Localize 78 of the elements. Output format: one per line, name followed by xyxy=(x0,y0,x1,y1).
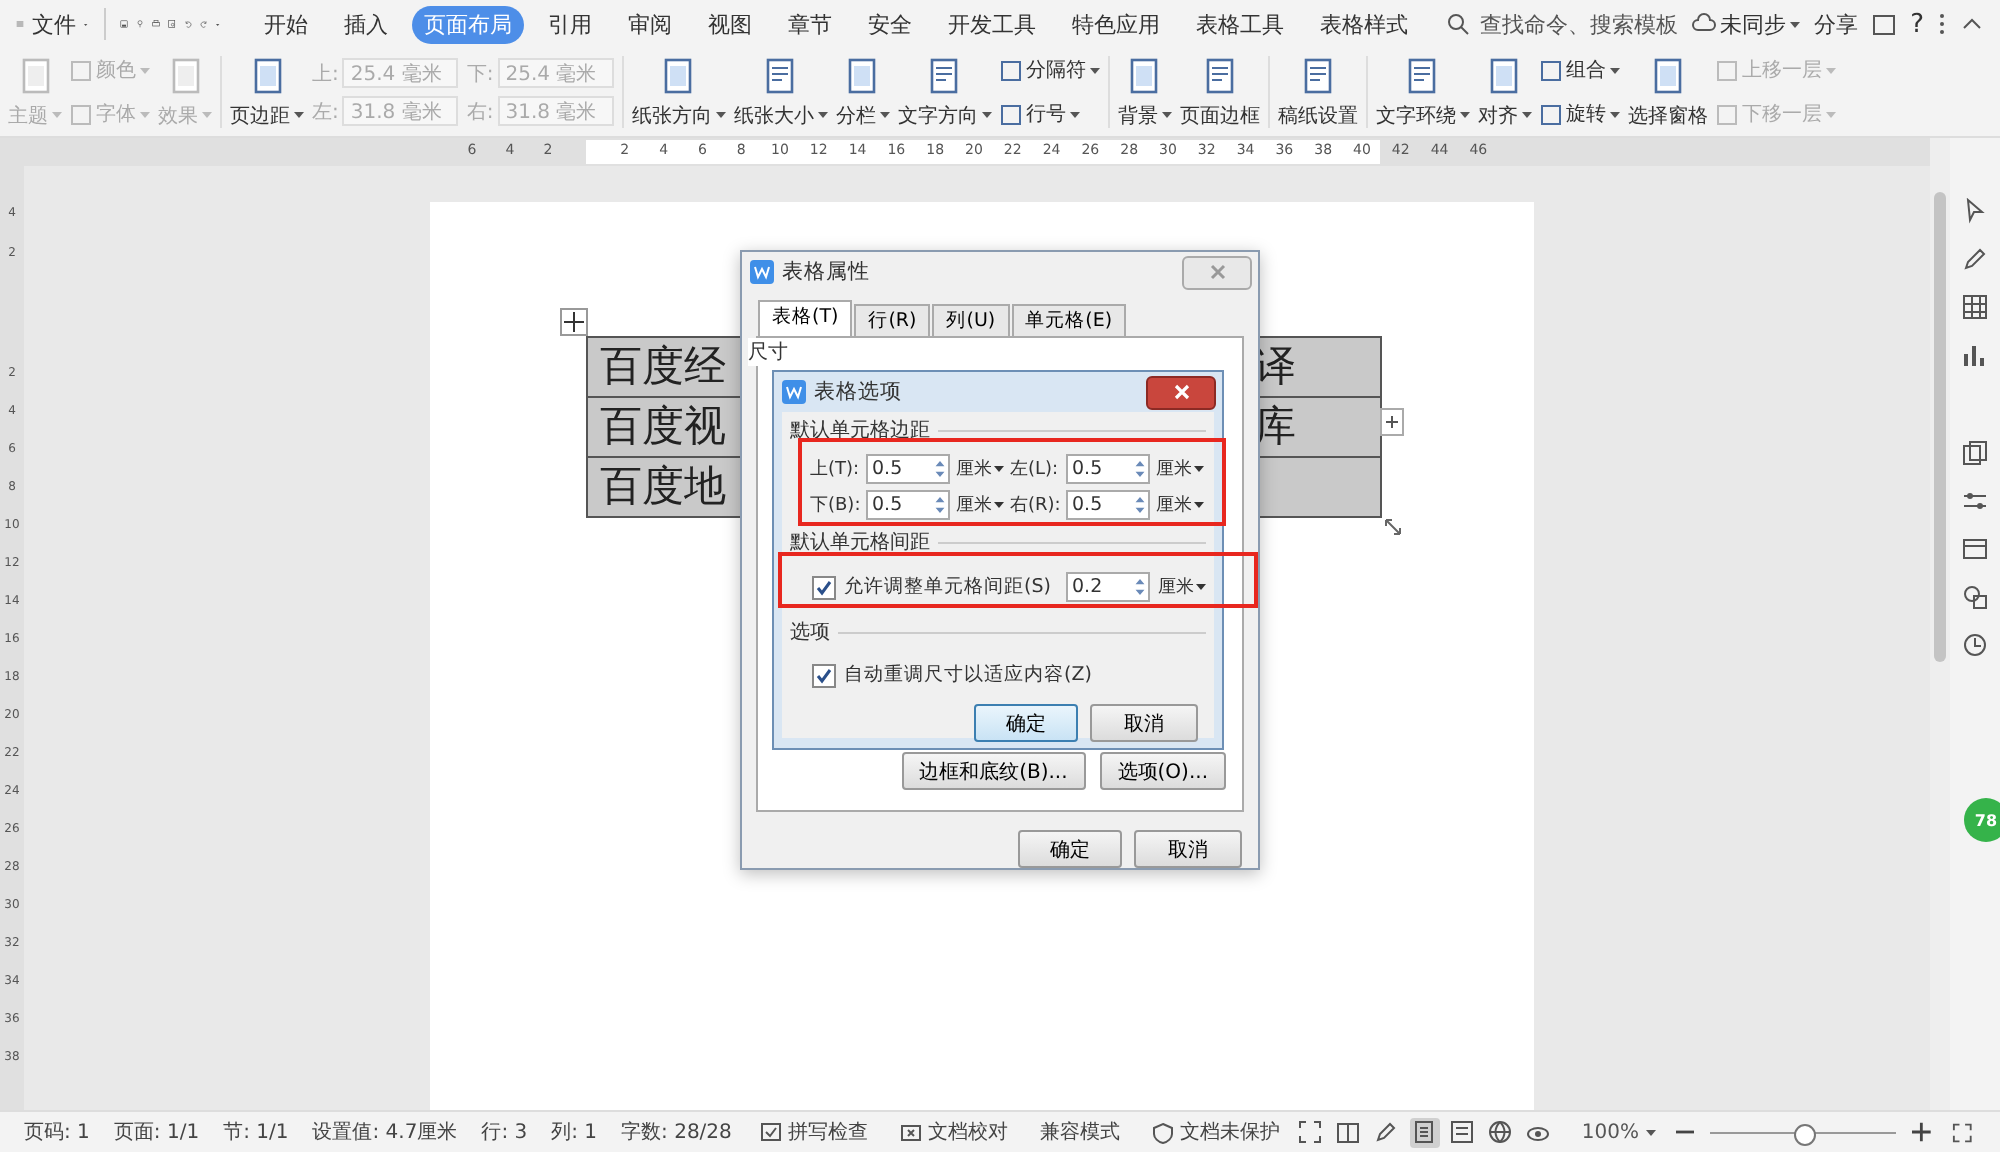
status-text: 节: 1/1 xyxy=(221,1119,291,1146)
cancel-button[interactable]: 取消 xyxy=(1090,704,1198,742)
menu-tab[interactable]: 开发工具 xyxy=(936,5,1049,43)
ribbon-button[interactable]: 旋转 xyxy=(1539,100,1620,128)
ribbon-button[interactable]: 纸张大小 xyxy=(733,55,828,129)
ribbon-button[interactable]: 组合 xyxy=(1539,56,1620,84)
number-field[interactable]: 0.5 xyxy=(1066,454,1150,484)
menu-tab[interactable]: 开始 xyxy=(252,5,321,43)
status-button[interactable]: 文档校对 xyxy=(883,1118,1024,1146)
menu-tab[interactable]: 审阅 xyxy=(616,5,685,43)
menu-tab[interactable]: 视图 xyxy=(696,5,765,43)
field-label: 上: xyxy=(312,61,339,87)
unit-dropdown[interactable]: 厘米 xyxy=(1156,492,1204,518)
unit-dropdown[interactable]: 厘米 xyxy=(956,492,1004,518)
checkbox-label: 允许调整单元格间距(S) xyxy=(844,574,1051,600)
ribbon-button[interactable]: 纸张方向 xyxy=(631,55,726,129)
unit-dropdown[interactable]: 厘米 xyxy=(1158,574,1206,600)
dialog-title: 表格属性 xyxy=(782,258,870,286)
cancel-button[interactable]: 取消 xyxy=(1134,830,1242,868)
unit-dropdown[interactable]: 厘米 xyxy=(956,456,1004,482)
status-text: 设置值: 4.7厘米 xyxy=(310,1119,460,1146)
field-label: 下: xyxy=(466,61,494,87)
menu-tab[interactable]: 安全 xyxy=(856,5,925,43)
status-button[interactable]: 文档未保护 xyxy=(1135,1118,1296,1146)
ribbon-button[interactable]: 分隔符 xyxy=(999,56,1100,84)
dialog-button[interactable]: 选项(O)... xyxy=(1099,752,1226,790)
ribbon-button[interactable]: 选择窗格 xyxy=(1627,55,1708,129)
sync-status[interactable]: 未同步 xyxy=(1692,9,1801,39)
field-label: 右: xyxy=(466,99,494,125)
unit-dropdown[interactable]: 厘米 xyxy=(1156,456,1204,482)
dialog-tab[interactable]: 单元格(E) xyxy=(1011,304,1127,336)
ribbon-button[interactable]: 页边距 xyxy=(230,55,304,129)
dialog-tab[interactable]: 表格(T) xyxy=(758,300,853,336)
ok-button[interactable]: 确定 xyxy=(1018,830,1122,868)
status-text: 页面: 1/1 xyxy=(111,1120,202,1146)
field-label: 上(T): xyxy=(810,457,862,482)
ribbon-button[interactable]: 背景 xyxy=(1117,55,1172,129)
number-field[interactable]: 0.5 xyxy=(1066,490,1150,520)
ok-button[interactable]: 确定 xyxy=(974,704,1078,742)
checkbox-label: 自动重调尺寸以适应内容(Z) xyxy=(844,662,1092,688)
search-field[interactable]: 查找命令、搜索模板 xyxy=(1446,9,1685,39)
share-button[interactable]: 分享 xyxy=(1814,9,1859,39)
menu-tab[interactable]: 引用 xyxy=(536,5,605,43)
status-button[interactable]: 兼容模式 xyxy=(1023,1118,1136,1146)
number-field[interactable]: 0.2 xyxy=(1066,572,1150,602)
menu-tab[interactable]: 表格工具 xyxy=(1184,5,1297,43)
zoom-dropdown[interactable]: 100% xyxy=(1581,1121,1656,1143)
help-button[interactable]: ? xyxy=(1910,9,1925,39)
field-label: 右(R): xyxy=(1010,493,1063,518)
file-menu[interactable]: 文件 xyxy=(32,9,77,39)
field-label: 左(L): xyxy=(1010,457,1061,482)
menu-tab[interactable]: 特色应用 xyxy=(1060,5,1173,43)
status-text: 行: 3 xyxy=(479,1120,530,1146)
ribbon-button[interactable]: 页面边框 xyxy=(1179,55,1260,129)
section-label: 默认单元格边距 xyxy=(790,417,930,444)
dialog-tab[interactable]: 行(R) xyxy=(854,304,931,336)
menu-tab[interactable]: 表格样式 xyxy=(1308,5,1421,43)
menu-tab[interactable]: 章节 xyxy=(776,5,845,43)
dialog-button[interactable]: 边框和底纹(B)... xyxy=(901,752,1086,790)
section-label: 默认单元格间距 xyxy=(790,529,930,556)
number-field[interactable]: 0.5 xyxy=(866,454,950,484)
status-button[interactable]: 拼写检查 xyxy=(743,1118,884,1146)
ribbon-button[interactable]: 分栏 xyxy=(835,55,890,129)
status-text: 列: 1 xyxy=(549,1120,600,1146)
menu-tab[interactable]: 插入 xyxy=(332,5,401,43)
ribbon-button[interactable]: 文字方向 xyxy=(897,55,992,129)
ribbon-button[interactable]: 稿纸设置 xyxy=(1277,55,1358,129)
number-field[interactable]: 0.5 xyxy=(866,490,950,520)
section-label: 选项 xyxy=(790,619,830,646)
ribbon-button[interactable]: 行号 xyxy=(999,100,1100,128)
status-text: 字数: 28/28 xyxy=(619,1119,734,1146)
section-label: 尺寸 xyxy=(748,338,788,366)
ribbon-button[interactable]: 对齐 xyxy=(1477,55,1532,129)
ribbon-button[interactable]: 文字环绕 xyxy=(1375,55,1470,129)
field-label: 左: xyxy=(312,99,339,125)
field-label: 下(B): xyxy=(810,494,863,518)
dialog-tab[interactable]: 列(U) xyxy=(932,304,1010,336)
status-text: 页码: 1 xyxy=(22,1120,92,1146)
